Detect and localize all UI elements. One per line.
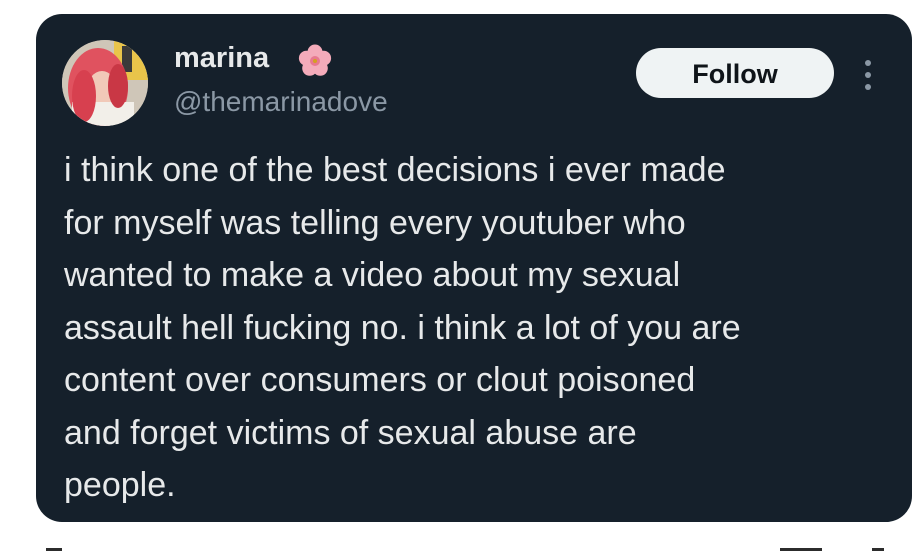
- tweet-card: marina @themarinadove Follow i think one…: [36, 14, 912, 522]
- more-options-icon[interactable]: [858, 58, 878, 92]
- cropped-content-edge: [46, 548, 884, 551]
- tweet-line: for myself was telling every youtuber wh…: [64, 203, 686, 242]
- tweet-line: assault hell fucking no. i think a lot o…: [64, 308, 741, 347]
- avatar-image: [62, 40, 148, 126]
- tweet-line: content over consumers or clout poisoned: [64, 361, 696, 399]
- tweet-line: and forget victims of sexual abuse are: [64, 413, 637, 452]
- follow-button[interactable]: Follow: [636, 48, 834, 98]
- cherry-blossom-icon: [298, 44, 332, 76]
- user-handle[interactable]: @themarinadove: [174, 86, 388, 118]
- avatar[interactable]: [62, 40, 148, 126]
- tweet-line: i think one of the best decisions i ever…: [64, 151, 726, 189]
- display-name[interactable]: marina: [174, 42, 269, 75]
- tweet-line: people.: [64, 466, 176, 504]
- tweet-line: wanted to make a video about my sexual: [64, 256, 681, 294]
- tweet-text: i think one of the best decisions i ever…: [64, 144, 894, 512]
